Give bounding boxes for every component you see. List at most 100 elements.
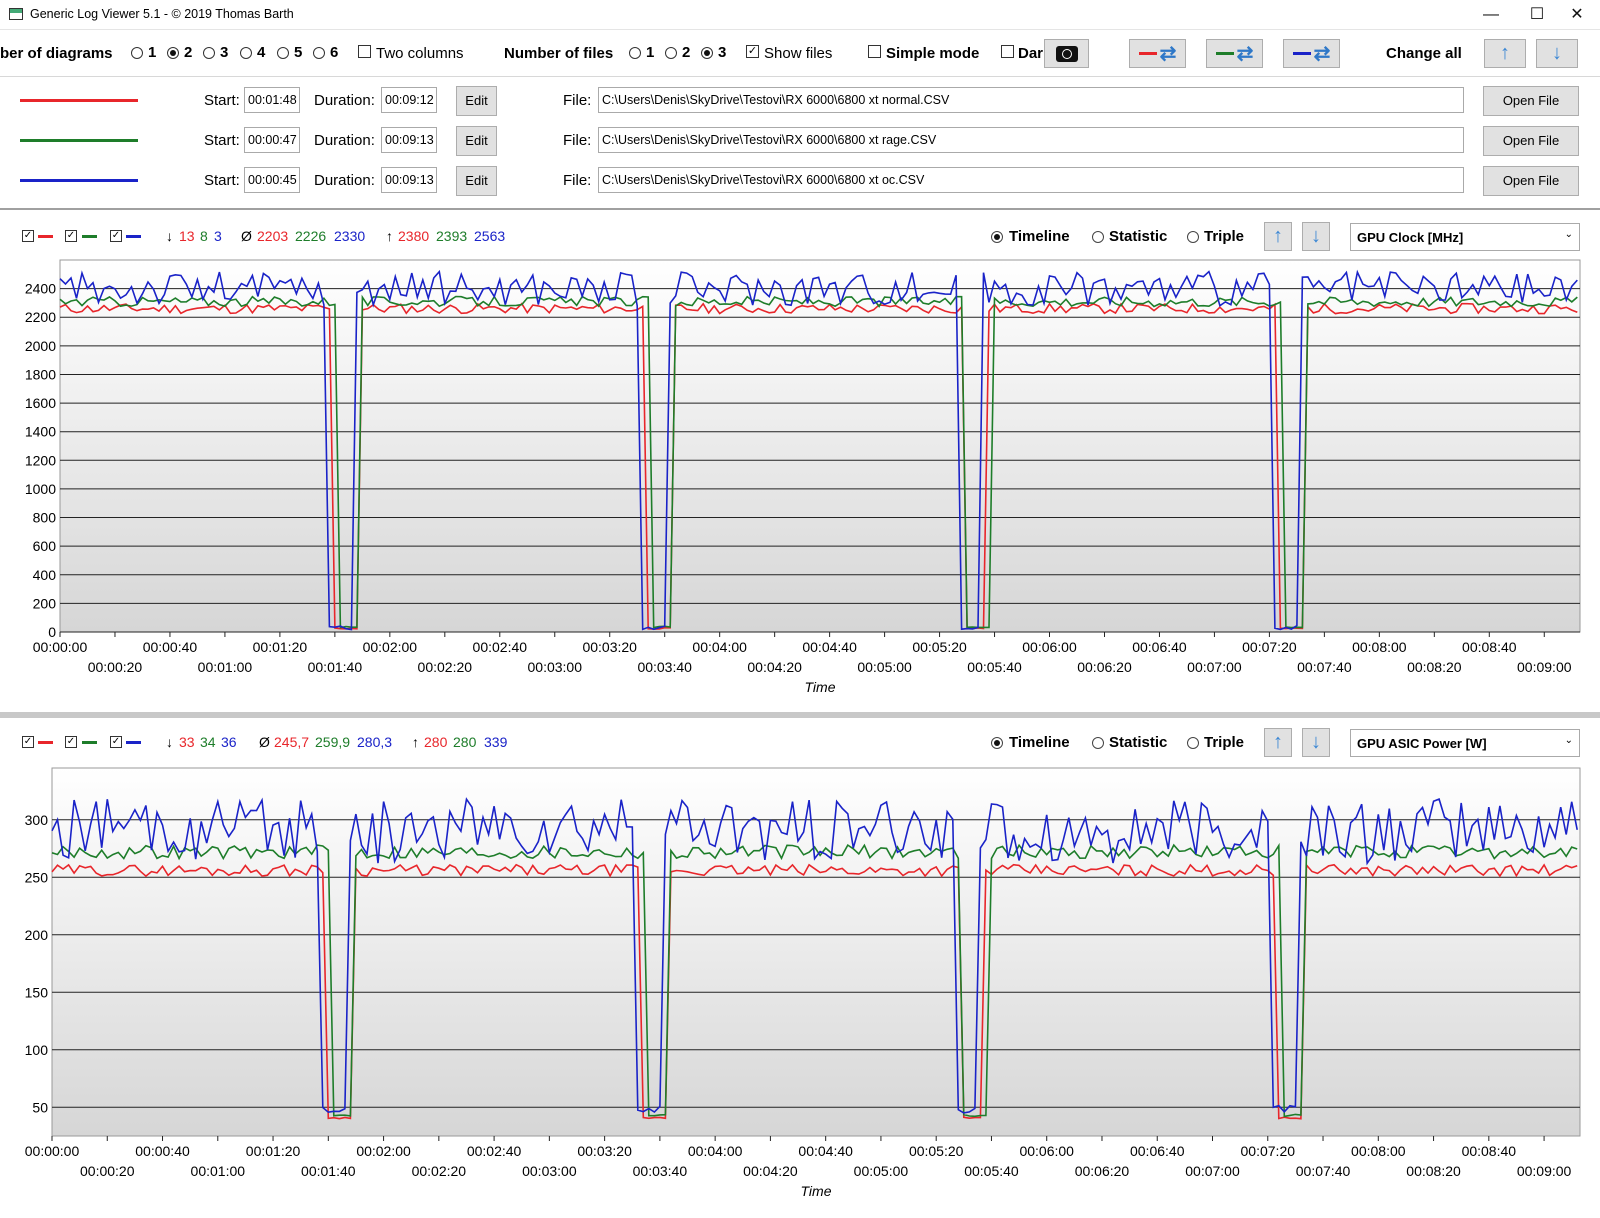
screenshot-button[interactable] xyxy=(1044,39,1089,68)
diagrams-radio-2-label: 2 xyxy=(184,44,193,61)
x-tick-label: 00:03:00 xyxy=(522,1163,577,1179)
start-field[interactable]: 00:00:45 xyxy=(244,167,300,193)
max-red-value: 280 xyxy=(424,734,448,750)
statistic-radio[interactable] xyxy=(1092,737,1104,749)
triple-label: Triple xyxy=(1204,734,1245,751)
simple-mode-label: Simple mode xyxy=(886,45,980,62)
x-tick-label: 00:06:00 xyxy=(1019,1143,1074,1159)
x-tick-label: 00:05:20 xyxy=(909,1143,964,1159)
diagrams-radio-3[interactable] xyxy=(203,47,215,59)
y-tick-label: 1400 xyxy=(25,424,56,440)
diagrams-radio-6[interactable] xyxy=(313,47,325,59)
series-red-dash xyxy=(38,741,53,744)
x-tick-label: 00:08:20 xyxy=(1406,1163,1461,1179)
swap-red-button[interactable]: ⇄ xyxy=(1129,39,1186,68)
file-row: Start: 00:00:45 Duration: 00:09:13 Edit … xyxy=(0,158,1600,198)
timeline-radio[interactable] xyxy=(991,231,1003,243)
y-tick-label: 600 xyxy=(33,538,57,554)
x-tick-label: 00:04:20 xyxy=(743,1163,798,1179)
y-tick-label: 1600 xyxy=(25,395,56,411)
dark-mode-checkbox[interactable] xyxy=(1001,45,1014,58)
series-red-checkbox[interactable]: ✓ xyxy=(22,736,34,748)
diagrams-radio-2[interactable] xyxy=(167,47,179,59)
open-file-button[interactable]: Open File xyxy=(1483,86,1579,116)
x-axis-label: Time xyxy=(801,1183,832,1199)
edit-button[interactable]: Edit xyxy=(456,126,497,156)
start-field[interactable]: 00:01:48 xyxy=(244,87,300,113)
triple-radio[interactable] xyxy=(1187,737,1199,749)
x-tick-label: 00:07:20 xyxy=(1241,1143,1296,1159)
diagrams-radio-5[interactable] xyxy=(277,47,289,59)
open-file-button[interactable]: Open File xyxy=(1483,166,1579,196)
duration-label: Duration: xyxy=(314,172,375,189)
avg-green-value: 2226 xyxy=(295,228,327,244)
series-red-checkbox[interactable]: ✓ xyxy=(22,230,34,242)
edit-button[interactable]: Edit xyxy=(456,86,497,116)
open-file-button[interactable]: Open File xyxy=(1483,126,1579,156)
x-tick-label: 00:06:40 xyxy=(1132,639,1187,655)
minimize-button[interactable]: — xyxy=(1468,0,1514,30)
sensor-select-value: GPU Clock [MHz] xyxy=(1357,230,1464,245)
x-tick-label: 00:04:00 xyxy=(688,1143,743,1159)
duration-field[interactable]: 00:09:13 xyxy=(381,127,437,153)
x-tick-label: 00:09:00 xyxy=(1517,1163,1572,1179)
timeline-radio[interactable] xyxy=(991,737,1003,749)
files-radio-1[interactable] xyxy=(629,47,641,59)
x-tick-label: 00:00:20 xyxy=(80,1163,135,1179)
files-radio-1-label: 1 xyxy=(646,44,655,61)
show-files-label: Show files xyxy=(764,45,833,62)
diagram-2-up-button[interactable]: ↑ xyxy=(1264,728,1292,757)
x-tick-label: 00:02:20 xyxy=(412,1163,467,1179)
x-tick-label: 00:06:40 xyxy=(1130,1143,1185,1159)
x-tick-label: 00:07:40 xyxy=(1296,1163,1351,1179)
diagram-1-down-button[interactable]: ↓ xyxy=(1302,222,1330,251)
change-all-down-button[interactable]: ↓ xyxy=(1536,39,1578,68)
edit-button[interactable]: Edit xyxy=(456,166,497,196)
series-blue-dash xyxy=(126,235,141,238)
change-all-up-button[interactable]: ↑ xyxy=(1484,39,1526,68)
sensor-select[interactable]: GPU ASIC Power [W] ⌄ xyxy=(1350,729,1580,757)
chevron-down-icon: ⌄ xyxy=(1564,735,1573,746)
arrow-down-icon: ↓ xyxy=(1311,225,1321,247)
diagram-1-up-button[interactable]: ↑ xyxy=(1264,222,1292,251)
file-path-field[interactable]: C:\Users\Denis\SkyDrive\Testovi\RX 6000\… xyxy=(598,167,1464,193)
y-tick-label: 200 xyxy=(25,927,49,943)
close-button[interactable]: ✕ xyxy=(1554,0,1600,30)
start-field[interactable]: 00:00:47 xyxy=(244,127,300,153)
diagram-2-down-button[interactable]: ↓ xyxy=(1302,728,1330,757)
x-tick-label: 00:07:00 xyxy=(1185,1163,1240,1179)
series-green-checkbox[interactable]: ✓ xyxy=(65,230,77,242)
series-blue-checkbox[interactable]: ✓ xyxy=(110,736,122,748)
statistic-radio[interactable] xyxy=(1092,231,1104,243)
sensor-select-value: GPU ASIC Power [W] xyxy=(1357,736,1487,751)
title-bar: Generic Log Viewer 5.1 - © 2019 Thomas B… xyxy=(0,0,1600,30)
gpu-clock-chart[interactable]: 2400220020001800160014001200100080060040… xyxy=(0,256,1600,702)
simple-mode-checkbox[interactable] xyxy=(868,45,881,58)
x-tick-label: 00:00:00 xyxy=(25,1143,80,1159)
diagrams-radio-1[interactable] xyxy=(131,47,143,59)
series-green-checkbox[interactable]: ✓ xyxy=(65,736,77,748)
show-files-checkbox[interactable]: ✓ xyxy=(746,45,759,58)
app-icon xyxy=(9,8,23,20)
diagrams-radio-4[interactable] xyxy=(240,47,252,59)
triple-radio[interactable] xyxy=(1187,231,1199,243)
swap-green-button[interactable]: ⇄ xyxy=(1206,39,1263,68)
gpu-asic-power-chart[interactable]: 300 250 200 150 100 50 00:00:00 00:00:40 00:01:2… xyxy=(0,762,1600,1206)
file-path-field[interactable]: C:\Users\Denis\SkyDrive\Testovi\RX 6000\… xyxy=(598,87,1464,113)
files-radio-3-label: 3 xyxy=(718,44,727,61)
swap-blue-button[interactable]: ⇄ xyxy=(1283,39,1340,68)
duration-field[interactable]: 00:09:13 xyxy=(381,167,437,193)
files-radio-2[interactable] xyxy=(665,47,677,59)
diagram-2-header: ✓ ✓ ✓ ↓ 33 34 36 Ø 245,7 259,9 280,3 ↑ 2… xyxy=(0,720,1600,762)
duration-field[interactable]: 00:09:12 xyxy=(381,87,437,113)
series-blue-checkbox[interactable]: ✓ xyxy=(110,230,122,242)
file-path-field[interactable]: C:\Users\Denis\SkyDrive\Testovi\RX 6000\… xyxy=(598,127,1464,153)
triple-label: Triple xyxy=(1204,228,1245,245)
files-radio-3[interactable] xyxy=(701,47,713,59)
sensor-select[interactable]: GPU Clock [MHz] ⌄ xyxy=(1350,223,1580,251)
x-tick-label: 00:03:40 xyxy=(637,659,692,675)
x-tick-label: 00:00:40 xyxy=(135,1143,190,1159)
diagram-separator[interactable] xyxy=(0,712,1600,718)
two-columns-checkbox[interactable] xyxy=(358,45,371,58)
y-tick-label: 1200 xyxy=(25,452,56,468)
